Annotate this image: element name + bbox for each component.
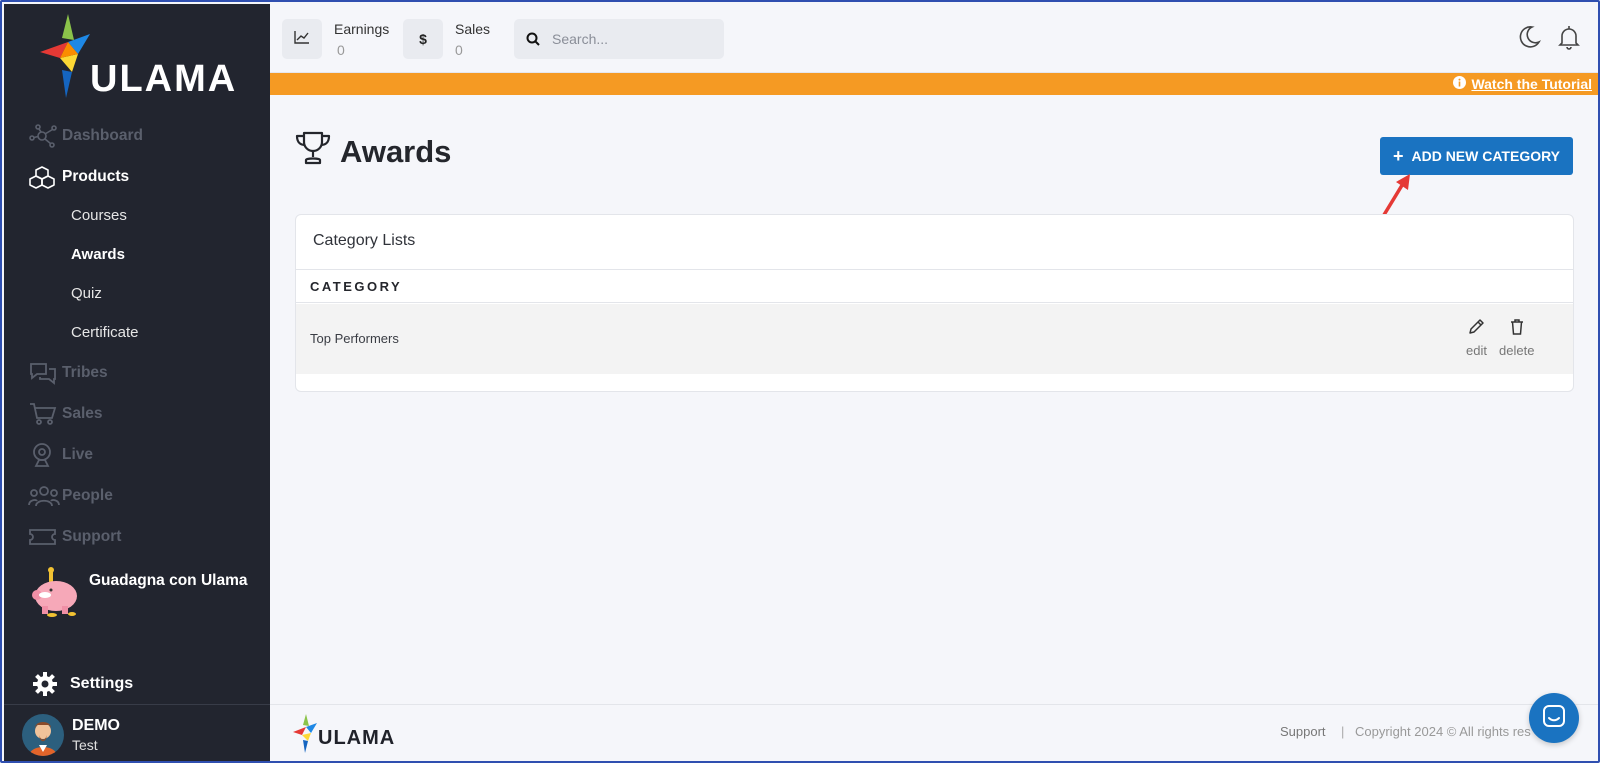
watch-tutorial-label: Watch the Tutorial xyxy=(1471,76,1592,92)
search-icon xyxy=(526,32,540,46)
trend-chart-icon xyxy=(294,30,310,49)
search-box xyxy=(514,19,724,59)
sidebar-item-sales[interactable]: Sales xyxy=(28,401,103,427)
user-name: DEMO xyxy=(72,717,120,734)
dollar-icon: $ xyxy=(419,31,427,47)
card-title: Category Lists xyxy=(313,232,416,249)
trophy-icon xyxy=(294,130,332,174)
table-row: Top Performers edit delete xyxy=(296,304,1573,374)
sidebar-subitem-courses[interactable]: Courses xyxy=(71,205,127,227)
edit-label: edit xyxy=(1466,343,1487,358)
column-header-category: CATEGORY xyxy=(310,279,403,294)
category-list-card: Category Lists CATEGORY Top Performers e… xyxy=(295,214,1574,392)
earnings-chart-button[interactable] xyxy=(282,19,322,59)
sidebar-item-label: Sales xyxy=(62,405,103,422)
chat-bubbles-icon xyxy=(28,360,62,386)
divider xyxy=(4,704,270,705)
table-header: CATEGORY xyxy=(296,269,1573,303)
sidebar-item-label: Dashboard xyxy=(62,127,143,144)
delete-button[interactable]: delete xyxy=(1499,318,1534,358)
sales-label: Sales xyxy=(455,21,491,37)
sidebar-subitem-quiz[interactable]: Quiz xyxy=(71,283,102,305)
ticket-icon xyxy=(28,524,62,550)
webcam-icon xyxy=(28,442,62,468)
chat-icon xyxy=(1542,704,1566,733)
pencil-icon xyxy=(1467,318,1485,339)
search-input[interactable] xyxy=(552,31,712,47)
piggy-bank-icon xyxy=(32,567,77,617)
user-profile[interactable] xyxy=(22,714,64,756)
ulama-logo[interactable]: ULAMA xyxy=(38,12,248,102)
footer-divider xyxy=(270,704,1598,705)
earn-label: Guadagna con Ulama xyxy=(89,572,248,589)
sidebar-item-settings[interactable]: Settings xyxy=(32,671,133,697)
sidebar-item-label: Support xyxy=(62,528,122,545)
sidebar-subitem-certificate[interactable]: Certificate xyxy=(71,322,139,344)
earn-with-ulama[interactable] xyxy=(28,566,86,618)
sidebar-item-label: Live xyxy=(62,446,94,463)
trash-icon xyxy=(1508,318,1526,339)
cart-icon xyxy=(28,401,62,427)
sidebar-item-label: People xyxy=(62,487,113,504)
chat-launcher-button[interactable] xyxy=(1529,693,1579,743)
add-new-category-label: ADD NEW CATEGORY xyxy=(1411,148,1561,164)
sidebar-item-live[interactable]: Live xyxy=(28,442,93,468)
footer-logo-text: ULAMA xyxy=(318,727,396,749)
sidebar-item-label: Products xyxy=(62,168,130,185)
add-new-category-button[interactable]: + ADD NEW CATEGORY xyxy=(1380,137,1573,175)
earnings-label: Earnings xyxy=(334,21,390,37)
cubes-icon xyxy=(28,164,62,190)
sidebar: ULAMA Dashboard Products Courses Awards … xyxy=(4,4,270,761)
app-window: ULAMA Dashboard Products Courses Awards … xyxy=(0,0,1600,763)
sidebar-item-people[interactable]: People xyxy=(28,483,113,509)
avatar xyxy=(22,714,64,756)
watch-tutorial-link[interactable]: Watch the Tutorial xyxy=(1453,76,1592,92)
delete-label: delete xyxy=(1499,343,1535,358)
info-icon xyxy=(1453,76,1467,92)
top-actions xyxy=(1516,24,1582,55)
sales-value: 0 xyxy=(455,42,463,58)
sidebar-item-products[interactable]: Products xyxy=(28,164,129,190)
sidebar-item-tribes[interactable]: Tribes xyxy=(28,360,108,386)
tutorial-banner: Watch the Tutorial xyxy=(270,73,1598,95)
footer-support-link[interactable]: Support xyxy=(1280,724,1326,739)
top-bar: Earnings 0 $ Sales 0 xyxy=(270,4,1598,73)
sidebar-subitem-awards[interactable]: Awards xyxy=(71,244,125,266)
footer-copyright: Copyright 2024 © All rights res xyxy=(1355,724,1531,739)
earnings-value: 0 xyxy=(337,42,345,58)
footer-logo: ULAMA xyxy=(292,713,402,755)
plus-icon: + xyxy=(1392,146,1404,166)
dark-mode-toggle-icon[interactable] xyxy=(1516,24,1542,55)
settings-label: Settings xyxy=(70,675,134,692)
page-title: Awards xyxy=(294,130,451,174)
logo-text: ULAMA xyxy=(90,58,238,100)
sidebar-item-support[interactable]: Support xyxy=(28,524,121,550)
network-icon xyxy=(28,123,62,149)
edit-button[interactable]: edit xyxy=(1466,318,1487,358)
category-name: Top Performers xyxy=(310,331,399,346)
bird-logo-icon xyxy=(40,14,90,98)
people-icon xyxy=(28,483,62,509)
page-title-text: Awards xyxy=(340,134,452,169)
sidebar-item-label: Tribes xyxy=(62,364,108,381)
gear-icon xyxy=(32,671,70,697)
footer-separator: | xyxy=(1341,724,1345,739)
sales-button[interactable]: $ xyxy=(403,19,443,59)
bell-icon[interactable] xyxy=(1556,24,1582,55)
user-subtitle: Test xyxy=(72,737,98,753)
sidebar-item-dashboard[interactable]: Dashboard xyxy=(28,123,143,149)
